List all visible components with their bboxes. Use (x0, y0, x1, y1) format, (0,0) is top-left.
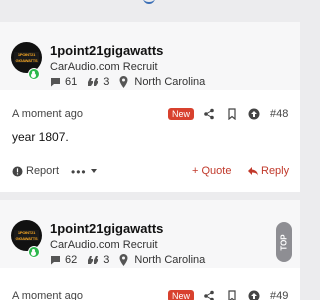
online-status-icon (28, 246, 40, 258)
username[interactable]: 1point21gigawatts (50, 43, 163, 58)
user-location-value: North Carolina (134, 254, 206, 266)
report-button[interactable]: Report (12, 165, 59, 177)
thread-page: 1POINT21 GIGAWATTS 1point21gigawatts Car… (0, 0, 300, 300)
avatar-logo: 1POINT21 GIGAWATTS (14, 52, 39, 63)
reaction-icon (88, 256, 99, 264)
post-actions: Report ••• + Quote Reply (0, 165, 300, 181)
chevron-down-icon[interactable] (91, 169, 97, 173)
post-timestamp[interactable]: A moment ago (12, 108, 83, 120)
post-48: 1POINT21 GIGAWATTS 1point21gigawatts Car… (0, 22, 300, 192)
reply-arrow-icon (248, 166, 258, 175)
reaction-count-value: 3 (103, 76, 110, 88)
online-status-icon (28, 68, 40, 80)
top-gap (0, 0, 300, 22)
new-badge: New (168, 108, 195, 120)
message-icon (51, 78, 60, 87)
user-title: CarAudio.com Recruit (50, 239, 158, 251)
post-meta: A moment ago New #49 (0, 288, 300, 300)
scroll-hint-icon (143, 0, 155, 4)
user-location-value: North Carolina (134, 76, 206, 88)
reaction-count: 3 (87, 76, 109, 88)
user-stats: 61 3 North Carolina (50, 75, 215, 89)
post-meta: A moment ago New #48 (0, 106, 300, 124)
message-count: 61 (50, 76, 77, 88)
username[interactable]: 1point21gigawatts (50, 221, 163, 236)
share-icon[interactable] (203, 290, 215, 300)
user-location: North Carolina (119, 76, 205, 88)
post-number[interactable]: #49 (270, 290, 288, 300)
post-userbar: 1POINT21 GIGAWATTS 1point21gigawatts Car… (0, 22, 300, 90)
reaction-count-value: 3 (103, 254, 110, 266)
more-options-button[interactable]: ••• (71, 165, 87, 179)
reply-button[interactable]: Reply (248, 165, 289, 177)
location-pin-icon (119, 76, 128, 88)
post-49: 1POINT21 GIGAWATTS 1point21gigawatts Car… (0, 200, 300, 300)
message-count-value: 61 (65, 76, 78, 88)
user-title: CarAudio.com Recruit (50, 61, 158, 73)
quote-button[interactable]: + Quote (192, 165, 231, 177)
upvote-icon[interactable] (248, 108, 260, 120)
reaction-icon (88, 78, 99, 86)
post-timestamp[interactable]: A moment ago (12, 290, 83, 300)
new-badge: New (168, 290, 195, 300)
bookmark-icon[interactable] (226, 290, 238, 300)
post-number[interactable]: #48 (270, 108, 288, 120)
scroll-to-top-button[interactable]: TOP (276, 222, 292, 262)
post-userbar: 1POINT21 GIGAWATTS 1point21gigawatts Car… (0, 200, 300, 268)
message-count-value: 62 (65, 254, 78, 266)
scroll-to-top-label: TOP (279, 233, 289, 251)
user-stats: 62 3 North Carolina (50, 253, 215, 267)
avatar-logo: 1POINT21 GIGAWATTS (14, 230, 39, 241)
report-label: Report (26, 165, 60, 177)
report-icon (12, 166, 23, 176)
message-icon (51, 256, 60, 265)
reaction-count: 3 (87, 254, 109, 266)
post-body: year 1807. (12, 130, 69, 144)
upvote-icon[interactable] (248, 290, 260, 300)
location-pin-icon (119, 254, 128, 266)
share-icon[interactable] (203, 108, 215, 120)
reply-label: Reply (261, 165, 290, 177)
bookmark-icon[interactable] (226, 108, 238, 120)
user-location: North Carolina (119, 254, 205, 266)
message-count: 62 (50, 254, 77, 266)
